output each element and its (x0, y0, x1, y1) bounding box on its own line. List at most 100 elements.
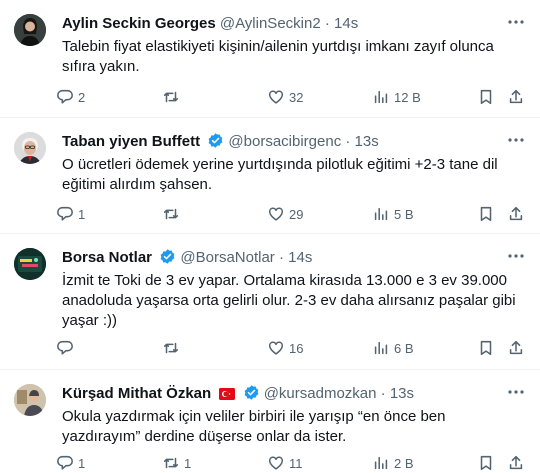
tweet-text: O ücretleri ödemek yerine yurtdışında pi… (62, 156, 498, 193)
like-count: 11 (289, 455, 303, 471)
author-handle[interactable]: @BorsaNotlar (180, 249, 274, 266)
bookmark-icon (477, 88, 495, 106)
reply-icon (56, 454, 74, 472)
retweet-button[interactable]: 1 (162, 453, 191, 473)
separator-dot: · (345, 133, 351, 150)
heart-icon (267, 205, 285, 223)
tweet-header: Taban yiyen Buffett @borsacibirgenc · 13… (62, 132, 526, 152)
reply-icon (56, 339, 74, 357)
separator-dot: · (324, 15, 330, 32)
reply-button[interactable]: 1 (56, 204, 85, 224)
reply-count: 2 (78, 89, 86, 105)
bookmark-button[interactable] (477, 87, 495, 107)
tweet[interactable]: Borsa Notlar @BorsaNotlar · 14s İzmit te… (0, 234, 540, 370)
tweet[interactable]: Taban yiyen Buffett @borsacibirgenc · 13… (0, 118, 540, 234)
more-options-icon[interactable] (506, 382, 526, 402)
like-button[interactable]: 29 (267, 204, 303, 224)
heart-icon (267, 454, 285, 472)
tweet-header: Borsa Notlar @BorsaNotlar · 14s (62, 248, 526, 268)
like-count: 16 (289, 340, 304, 356)
reply-button[interactable]: 2 (56, 87, 85, 107)
reply-icon (56, 88, 74, 106)
views-count: 6 B (394, 340, 414, 356)
author-name[interactable]: Kürşad Mithat Özkan (62, 385, 211, 402)
author-name[interactable]: Aylin Seckin Georges (62, 15, 216, 32)
views-button[interactable]: 2 B (372, 453, 414, 473)
bookmark-button[interactable] (477, 453, 495, 473)
author-handle[interactable]: @kursadmozkan (264, 385, 377, 402)
views-button[interactable]: 6 B (372, 338, 414, 358)
verified-badge-icon (207, 132, 224, 149)
views-icon (372, 454, 390, 472)
heart-icon (267, 88, 285, 106)
share-button[interactable] (507, 87, 525, 107)
author-name[interactable]: Taban yiyen Buffett (62, 133, 200, 150)
share-button[interactable] (507, 204, 525, 224)
tweet[interactable]: Aylin Seckin Georges @AylinSeckin2 · 14s… (0, 0, 540, 118)
reply-count: 1 (78, 206, 86, 222)
share-button[interactable] (507, 338, 525, 358)
bookmark-button[interactable] (477, 338, 495, 358)
author-name[interactable]: Borsa Notlar (62, 249, 152, 266)
share-button[interactable] (507, 453, 525, 473)
bookmark-button[interactable] (477, 204, 495, 224)
tweet-text: Okula yazdırmak için veliler birbiri ile… (62, 408, 446, 445)
retweet-icon (162, 205, 180, 223)
verified-badge-icon (243, 384, 260, 401)
tweet[interactable]: Kürşad Mithat Özkan @kursadmozkan · 13s … (0, 370, 540, 471)
retweet-count: 1 (184, 455, 192, 471)
more-options-icon[interactable] (506, 130, 526, 150)
tweet-header: Aylin Seckin Georges @AylinSeckin2 · 14s (62, 14, 526, 34)
separator-dot: · (278, 249, 284, 266)
avatar[interactable] (14, 132, 46, 164)
reply-count: 1 (78, 455, 86, 471)
tweet-actions: 1 1 11 2 B (56, 453, 528, 473)
heart-icon (267, 339, 285, 357)
views-icon (372, 88, 390, 106)
reply-button[interactable] (56, 338, 78, 358)
timestamp[interactable]: 14s (288, 249, 312, 266)
reply-button[interactable]: 1 (56, 453, 85, 473)
avatar[interactable] (14, 14, 46, 46)
tweet-header: Kürşad Mithat Özkan @kursadmozkan · 13s (62, 384, 526, 404)
like-button[interactable]: 11 (267, 453, 303, 473)
views-count: 2 B (394, 455, 414, 471)
like-button[interactable]: 32 (267, 87, 303, 107)
share-icon (507, 205, 525, 223)
tweet-text: İzmit te Toki de 3 ev yapar. Ortalama ki… (62, 272, 516, 329)
views-count: 12 B (394, 89, 421, 105)
more-options-icon[interactable] (506, 246, 526, 266)
views-icon (372, 205, 390, 223)
tweet-actions: 2 32 12 B (56, 87, 528, 107)
author-handle[interactable]: @AylinSeckin2 (220, 15, 321, 32)
retweet-icon (162, 339, 180, 357)
author-handle[interactable]: @borsacibirgenc (228, 133, 341, 150)
retweet-icon (162, 454, 180, 472)
retweet-button[interactable] (162, 87, 184, 107)
turkey-flag-icon (219, 386, 236, 400)
timestamp[interactable]: 13s (355, 133, 379, 150)
tweet-actions: 16 6 B (56, 338, 528, 358)
like-count: 29 (289, 206, 304, 222)
timestamp[interactable]: 13s (390, 385, 414, 402)
avatar[interactable] (14, 248, 46, 280)
views-button[interactable]: 5 B (372, 204, 414, 224)
share-icon (507, 339, 525, 357)
bookmark-icon (477, 454, 495, 472)
views-button[interactable]: 12 B (372, 87, 421, 107)
tweet-text: Talebin fiyat elastikiyeti kişinin/ailen… (62, 38, 494, 75)
reply-icon (56, 205, 74, 223)
separator-dot: · (380, 385, 386, 402)
views-icon (372, 339, 390, 357)
bookmark-icon (477, 205, 495, 223)
like-button[interactable]: 16 (267, 338, 303, 358)
timestamp[interactable]: 14s (334, 15, 358, 32)
like-count: 32 (289, 89, 304, 105)
bookmark-icon (477, 339, 495, 357)
more-options-icon[interactable] (506, 12, 526, 32)
share-icon (507, 454, 525, 472)
retweet-button[interactable] (162, 338, 184, 358)
avatar[interactable] (14, 384, 46, 416)
retweet-button[interactable] (162, 204, 184, 224)
verified-badge-icon (159, 248, 176, 265)
